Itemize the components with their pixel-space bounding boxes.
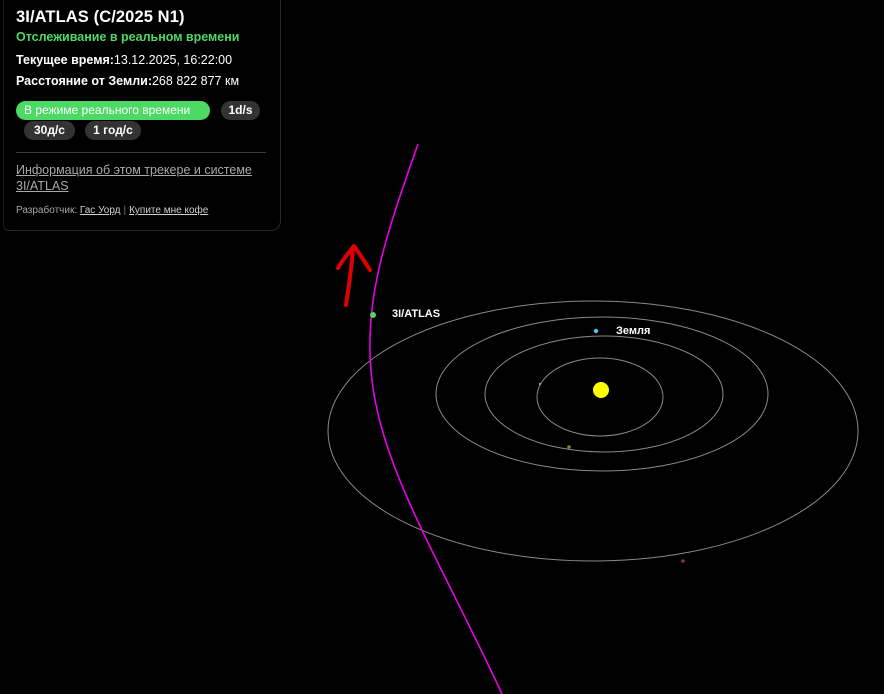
credits-prefix: Разработчик: <box>16 205 78 216</box>
distance-label: Расстояние от Земли: <box>16 74 152 88</box>
info-panel: 3I/ATLAS (C/2025 N1) Отслеживание в реал… <box>3 0 281 231</box>
buy-coffee-link[interactable]: Купите мне кофе <box>129 205 208 216</box>
earth-label: Земля <box>616 325 650 337</box>
comet-trajectory <box>369 143 503 694</box>
orbit-mars <box>327 300 859 562</box>
current-time-label: Текущее время: <box>16 53 114 67</box>
realtime-mode-button[interactable]: В режиме реального времени <box>16 101 210 120</box>
credits-separator: | <box>123 205 127 216</box>
venus-marker[interactable] <box>567 445 571 449</box>
earth-marker[interactable] <box>593 328 599 334</box>
credits: Разработчик: Гас Уорд | Купите мне кофе <box>16 205 208 216</box>
mars-marker[interactable] <box>681 559 685 563</box>
distance-row: Расстояние от Земли:268 822 877 км <box>16 74 239 88</box>
current-time-value: 13.12.2025, 16:22:00 <box>113 53 233 67</box>
speed-30d-button[interactable]: 30д/с <box>24 121 75 140</box>
panel-title: 3I/ATLAS (C/2025 N1) <box>16 8 185 26</box>
sun-icon[interactable] <box>593 382 609 398</box>
current-time-row: Текущее время:13.12.2025, 16:22:00 <box>16 53 232 67</box>
author-link[interactable]: Гас Уорд <box>80 205 121 216</box>
tracker-app: 3I/ATLAS Земля 3I/ATLAS (C/2025 N1) Отсл… <box>0 0 884 694</box>
comet-label: 3I/ATLAS <box>392 308 440 320</box>
panel-divider <box>16 152 266 153</box>
about-tracker-link[interactable]: Информация об этом трекере и системе 3I/… <box>16 162 266 194</box>
distance-value: 268 822 877 км <box>151 74 240 88</box>
comet-marker[interactable] <box>370 312 376 318</box>
annotation-arrow-icon <box>336 244 372 307</box>
mercury-marker[interactable] <box>538 382 542 386</box>
speed-1d-button[interactable]: 1d/s <box>221 101 260 120</box>
speed-1y-button[interactable]: 1 год/с <box>85 121 141 140</box>
panel-subtitle: Отслеживание в реальном времени <box>16 30 240 44</box>
